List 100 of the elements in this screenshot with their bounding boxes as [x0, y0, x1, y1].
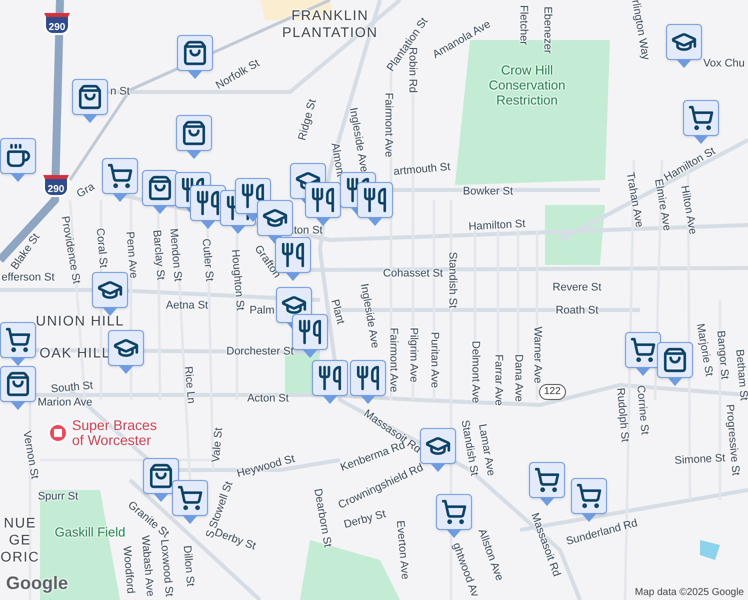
shopping-bag-icon — [182, 40, 208, 66]
shopping-cart-icon — [630, 337, 656, 363]
street-label: Coral St — [94, 228, 108, 268]
map-pin[interactable] — [0, 366, 36, 410]
street-label: Bangor St — [714, 330, 730, 380]
street-label: Wabash Ave — [138, 535, 156, 597]
map-pin[interactable] — [92, 272, 128, 316]
map-pin[interactable] — [625, 332, 661, 376]
map-pin[interactable] — [176, 115, 212, 159]
shopping-cart-icon — [688, 105, 714, 131]
street-label: Standish St — [446, 252, 458, 308]
coffee-cup-icon — [5, 143, 31, 169]
map-pin[interactable] — [143, 458, 179, 502]
map-pin[interactable] — [0, 322, 36, 366]
shopping-cart-icon — [107, 163, 133, 189]
map-pin[interactable] — [529, 462, 565, 506]
street-label: Hamilton St — [468, 219, 526, 233]
map-pin[interactable] — [72, 79, 108, 123]
map-pin[interactable] — [683, 100, 719, 144]
street-label: Dillon St — [180, 545, 196, 587]
map-pin[interactable] — [666, 24, 702, 68]
street-label: Farrar Ave — [492, 354, 504, 406]
street-label: Mendon St — [167, 228, 183, 282]
street-label: Barclay St — [150, 230, 166, 280]
fork-knife-icon — [355, 365, 381, 391]
shopping-cart-icon — [534, 467, 560, 493]
street-label: Trahan Ave — [624, 172, 644, 228]
street-label: Cutler St — [200, 238, 214, 282]
interstate-shield: 290 — [44, 13, 70, 35]
map-pin[interactable] — [142, 170, 178, 214]
map-pin[interactable] — [357, 182, 393, 226]
fork-knife-icon — [345, 177, 371, 203]
street-label: South St — [50, 380, 94, 396]
map-pin[interactable] — [177, 35, 213, 79]
street-label: Rice Ln — [182, 366, 196, 404]
map-pin[interactable] — [657, 342, 693, 386]
street-label: Loxwood St — [158, 538, 174, 598]
map-pin[interactable] — [172, 480, 208, 524]
map-pin[interactable] — [305, 182, 341, 226]
street-label: Providence St — [58, 215, 82, 285]
street-map-drawing[interactable] — [0, 0, 748, 600]
shopping-cart-icon — [5, 327, 31, 353]
shopping-cart-icon — [441, 499, 467, 525]
street-label: Dearborn St — [311, 488, 333, 548]
park-label: Crow Hill Conservation Restriction — [488, 62, 566, 108]
street-label: Houghton St — [228, 249, 246, 311]
map-pin[interactable] — [257, 200, 293, 244]
street-label: rlington Way — [629, 0, 651, 61]
street-label: Hilton Ave — [678, 184, 698, 236]
fork-knife-icon — [195, 190, 221, 216]
street-label: Betham St — [733, 348, 748, 402]
street-label: Dorchester St — [226, 346, 294, 358]
map-pin[interactable] — [0, 138, 36, 182]
street-label: Ridge St — [297, 98, 319, 142]
map-pin[interactable] — [571, 478, 607, 522]
street-label: Puritan Ave — [428, 332, 440, 388]
street-label: Fairmont Ave — [388, 328, 398, 392]
fork-knife-icon — [310, 187, 336, 213]
fork-knife-icon — [280, 242, 306, 268]
street-label: n St — [110, 86, 130, 98]
street-label: Vale St — [211, 427, 225, 463]
street-label: Standish St — [458, 419, 480, 477]
shopping-bag-icon — [147, 175, 173, 201]
map-pin[interactable] — [312, 360, 348, 404]
street-label: Fletcher — [518, 5, 528, 45]
street-label: Dana Ave — [512, 354, 524, 402]
street-label: Woodford — [120, 546, 136, 594]
map-pin[interactable] — [436, 494, 472, 538]
park-label: Gaskill Field — [54, 524, 126, 540]
shopping-bag-icon — [148, 463, 174, 489]
street-label: Fairmont Ave — [382, 92, 394, 158]
place-label[interactable]: Super Braces of Worcester — [72, 418, 157, 448]
interstate-shield: 290 — [43, 175, 69, 197]
area-label: NUE GE ORIC — [0, 514, 40, 566]
map-pin[interactable] — [102, 158, 138, 202]
street-label: Marion Ave — [38, 398, 92, 408]
fork-knife-icon — [362, 187, 388, 213]
street-label: Cohasset St — [383, 268, 443, 280]
street-label: Acton St — [247, 394, 289, 404]
route-shield: 122 — [539, 384, 566, 400]
street-label: Ebenezer — [542, 6, 552, 54]
shopping-bag-icon — [181, 120, 207, 146]
shopping-bag-icon — [77, 84, 103, 110]
map-pin[interactable] — [292, 314, 328, 358]
fork-knife-icon — [317, 365, 343, 391]
shopping-bag-icon — [662, 347, 688, 373]
street-label: Derby St — [342, 509, 388, 531]
area-label: FRANKLIN PLANTATION — [282, 7, 378, 41]
street-label: efferson St — [2, 272, 54, 284]
street-label: Ingleside Ave — [358, 282, 380, 350]
street-label: Corrine St — [634, 384, 650, 436]
map-pin[interactable] — [350, 360, 386, 404]
street-label: Penn Ave — [123, 231, 139, 279]
street-label: Delmont Ave — [470, 340, 480, 404]
street-label: Revere St — [552, 282, 602, 294]
shopping-cart-icon — [177, 485, 203, 511]
fork-knife-icon — [180, 177, 206, 203]
map-pin[interactable] — [108, 330, 144, 374]
street-label: Allston Ave — [476, 528, 504, 582]
fork-knife-icon — [240, 183, 266, 209]
